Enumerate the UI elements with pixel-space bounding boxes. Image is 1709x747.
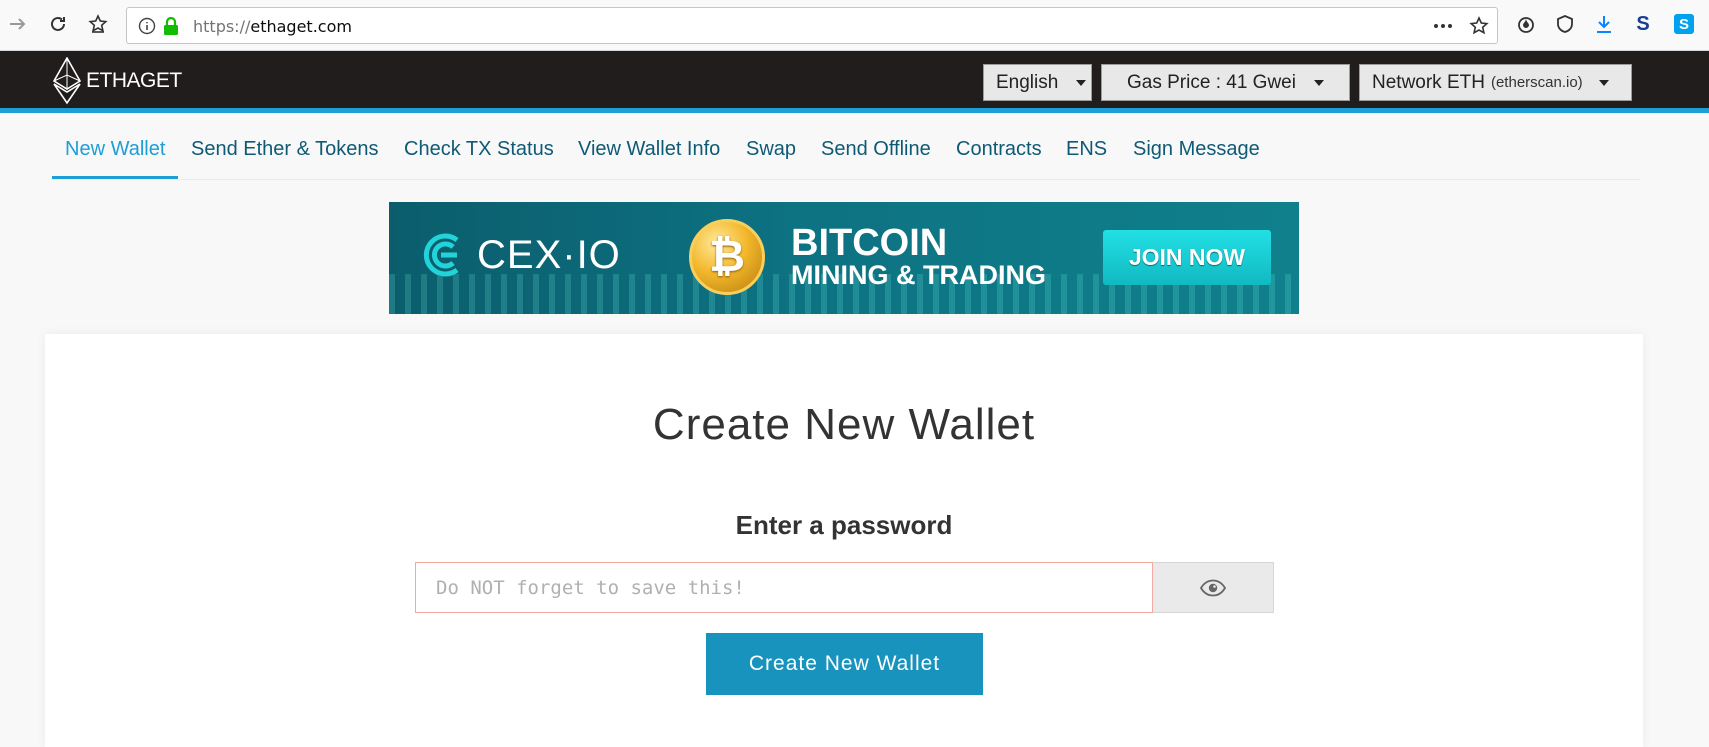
chevron-down-icon — [1076, 79, 1087, 86]
create-wallet-card: Create New Wallet Enter a password Creat… — [45, 334, 1643, 747]
lock-icon[interactable] — [161, 16, 181, 36]
join-now-button[interactable]: JOIN NOW — [1103, 230, 1271, 285]
download-icon[interactable] — [1592, 12, 1616, 36]
password-label: Enter a password — [735, 510, 953, 540]
tab-view-wallet-info[interactable]: View Wallet Info — [578, 138, 720, 161]
gas-price-dropdown[interactable]: Gas Price : 41 Gwei — [1101, 64, 1350, 101]
tab-swap[interactable]: Swap — [746, 138, 796, 161]
tab-contracts[interactable]: Contracts — [956, 138, 1042, 161]
bookmark-star-icon[interactable] — [1469, 16, 1489, 36]
cexio-logo: CEX·IO — [419, 230, 621, 280]
main-nav-tabs: New Wallet Send Ether & Tokens Check TX … — [52, 118, 1640, 180]
gas-price-label: Gas Price : 41 Gwei — [1127, 71, 1296, 93]
network-provider: (etherscan.io) — [1490, 74, 1583, 91]
banner-subtitle: MINING & TRADING — [791, 260, 1046, 290]
site-header: ETHAGET English Gas Price : 41 Gwei Netw… — [0, 51, 1709, 113]
skype-extension-icon[interactable]: S — [1672, 12, 1696, 36]
extension-drop-icon[interactable] — [1514, 12, 1538, 36]
more-actions-icon[interactable] — [1433, 16, 1453, 36]
network-dropdown[interactable]: Network ETH (etherscan.io) — [1359, 64, 1632, 101]
reload-icon[interactable] — [46, 12, 70, 36]
browser-toolbar: https://ethaget.com S S — [0, 0, 1709, 51]
s-extension-icon[interactable]: S — [1631, 12, 1655, 36]
cexio-banner-ad[interactable]: CEX·IO ₿ BITCOIN MINING & TRADING JOIN N… — [389, 202, 1299, 314]
tab-sign-message[interactable]: Sign Message — [1133, 138, 1260, 161]
info-icon[interactable] — [137, 16, 157, 36]
tab-send-offline[interactable]: Send Offline — [821, 138, 931, 161]
url-bar[interactable]: https://ethaget.com — [126, 7, 1498, 44]
tab-check-tx-status[interactable]: Check TX Status — [404, 138, 554, 161]
language-label: English — [996, 71, 1059, 93]
chevron-down-icon — [1598, 79, 1609, 86]
active-tab-indicator — [52, 176, 178, 179]
show-password-button[interactable] — [1153, 562, 1274, 613]
bitcoin-coin-icon: ₿ — [689, 219, 765, 295]
forward-icon[interactable] — [6, 12, 30, 36]
page-title: Create New Wallet — [652, 400, 1036, 449]
language-dropdown[interactable]: English — [983, 64, 1092, 101]
password-input[interactable] — [415, 562, 1153, 613]
tab-new-wallet[interactable]: New Wallet — [65, 138, 165, 161]
shield-icon[interactable] — [1553, 12, 1577, 36]
cexio-logo-icon — [423, 233, 459, 277]
cexio-brand-text: CEX·IO — [477, 232, 621, 277]
network-label: Network ETH — [1372, 71, 1485, 93]
home-star-icon[interactable] — [86, 12, 110, 36]
eye-icon — [1200, 579, 1226, 596]
tab-ens[interactable]: ENS — [1066, 138, 1107, 161]
url-text[interactable]: https://ethaget.com — [193, 17, 352, 36]
ethereum-logo-icon — [52, 57, 82, 105]
tab-send-ether-tokens[interactable]: Send Ether & Tokens — [191, 138, 379, 161]
create-new-wallet-button[interactable]: Create New Wallet — [706, 633, 983, 695]
ethaget-logo[interactable]: ETHAGET — [52, 57, 182, 105]
chevron-down-icon — [1313, 79, 1324, 86]
banner-title: BITCOIN — [791, 222, 948, 264]
logo-text: ETHAGET — [86, 69, 182, 92]
